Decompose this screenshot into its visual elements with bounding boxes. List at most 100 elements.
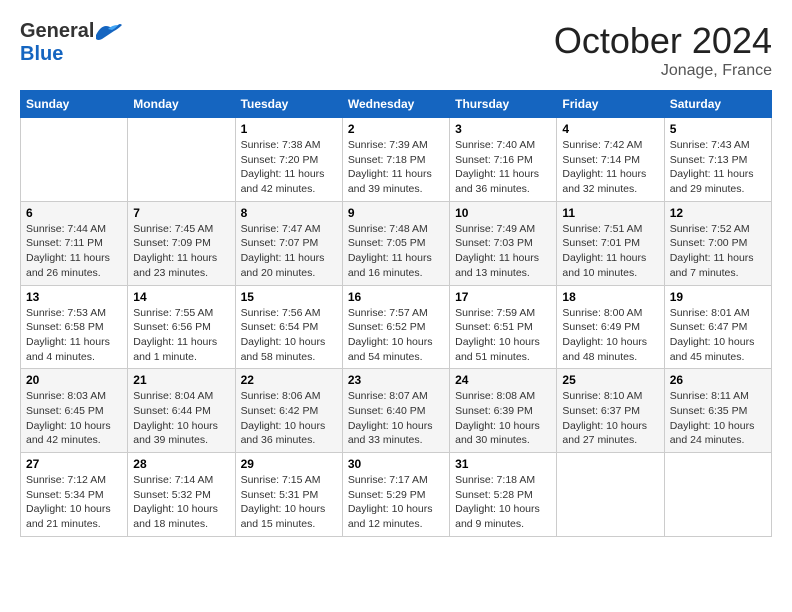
calendar-cell: 25 Sunrise: 8:10 AM Sunset: 6:37 PM Dayli… (557, 369, 664, 453)
logo-blue-text: Blue (20, 43, 63, 66)
day-info: Sunrise: 8:10 AM Sunset: 6:37 PM Dayligh… (562, 389, 658, 448)
day-number: 7 (133, 206, 229, 220)
calendar-cell: 8 Sunrise: 7:47 AM Sunset: 7:07 PM Daylig… (235, 201, 342, 285)
day-info: Sunrise: 8:06 AM Sunset: 6:42 PM Dayligh… (241, 389, 337, 448)
calendar-cell: 15 Sunrise: 7:56 AM Sunset: 6:54 PM Dayli… (235, 285, 342, 369)
day-number: 17 (455, 290, 551, 304)
day-info: Sunrise: 7:15 AM Sunset: 5:31 PM Dayligh… (241, 473, 337, 532)
logo: General Blue (20, 20, 122, 66)
day-info: Sunrise: 7:12 AM Sunset: 5:34 PM Dayligh… (26, 473, 122, 532)
header: General Blue October 2024 Jonage, France (20, 20, 772, 80)
weekday-header-tuesday: Tuesday (235, 91, 342, 118)
title-area: October 2024 Jonage, France (554, 20, 772, 80)
day-number: 13 (26, 290, 122, 304)
calendar-cell: 14 Sunrise: 7:55 AM Sunset: 6:56 PM Dayli… (128, 285, 235, 369)
day-number: 1 (241, 122, 337, 136)
calendar-cell: 3 Sunrise: 7:40 AM Sunset: 7:16 PM Daylig… (450, 118, 557, 202)
calendar-table: SundayMondayTuesdayWednesdayThursdayFrid… (20, 90, 772, 537)
calendar-cell (21, 118, 128, 202)
day-info: Sunrise: 7:38 AM Sunset: 7:20 PM Dayligh… (241, 138, 337, 197)
weekday-header-row: SundayMondayTuesdayWednesdayThursdayFrid… (21, 91, 772, 118)
calendar-cell: 10 Sunrise: 7:49 AM Sunset: 7:03 PM Dayli… (450, 201, 557, 285)
day-number: 25 (562, 373, 658, 387)
day-number: 14 (133, 290, 229, 304)
day-number: 3 (455, 122, 551, 136)
day-info: Sunrise: 7:45 AM Sunset: 7:09 PM Dayligh… (133, 222, 229, 281)
calendar-cell: 12Sunrise: 7:52 AM Sunset: 7:00 PM Dayli… (664, 201, 771, 285)
calendar-cell: 11Sunrise: 7:51 AM Sunset: 7:01 PM Dayli… (557, 201, 664, 285)
day-number: 2 (348, 122, 444, 136)
calendar-cell: 19 Sunrise: 8:01 AM Sunset: 6:47 PM Dayli… (664, 285, 771, 369)
day-info: Sunrise: 7:18 AM Sunset: 5:28 PM Dayligh… (455, 473, 551, 532)
calendar-cell: 6 Sunrise: 7:44 AM Sunset: 7:11 PM Daylig… (21, 201, 128, 285)
day-number: 4 (562, 122, 658, 136)
calendar-cell: 26Sunrise: 8:11 AM Sunset: 6:35 PM Dayli… (664, 369, 771, 453)
day-number: 18 (562, 290, 658, 304)
calendar-cell: 20Sunrise: 8:03 AM Sunset: 6:45 PM Dayli… (21, 369, 128, 453)
calendar-cell: 27 Sunrise: 7:12 AM Sunset: 5:34 PM Dayli… (21, 453, 128, 537)
day-info: Sunrise: 7:55 AM Sunset: 6:56 PM Dayligh… (133, 306, 229, 365)
calendar-cell: 9 Sunrise: 7:48 AM Sunset: 7:05 PM Daylig… (342, 201, 449, 285)
day-info: Sunrise: 8:01 AM Sunset: 6:47 PM Dayligh… (670, 306, 766, 365)
calendar-cell: 28 Sunrise: 7:14 AM Sunset: 5:32 PM Dayli… (128, 453, 235, 537)
day-info: Sunrise: 7:47 AM Sunset: 7:07 PM Dayligh… (241, 222, 337, 281)
day-info: Sunrise: 8:07 AM Sunset: 6:40 PM Dayligh… (348, 389, 444, 448)
day-info: Sunrise: 8:11 AM Sunset: 6:35 PM Dayligh… (670, 389, 766, 448)
day-info: Sunrise: 7:40 AM Sunset: 7:16 PM Dayligh… (455, 138, 551, 197)
weekday-header-sunday: Sunday (21, 91, 128, 118)
logo-bird-icon (94, 21, 122, 43)
calendar-cell: 31 Sunrise: 7:18 AM Sunset: 5:28 PM Dayli… (450, 453, 557, 537)
location-subtitle: Jonage, France (554, 62, 772, 80)
calendar-cell: 4Sunrise: 7:42 AM Sunset: 7:14 PM Daylig… (557, 118, 664, 202)
calendar-cell (557, 453, 664, 537)
month-title: October 2024 (554, 20, 772, 62)
calendar-cell: 21Sunrise: 8:04 AM Sunset: 6:44 PM Dayli… (128, 369, 235, 453)
calendar-cell: 17Sunrise: 7:59 AM Sunset: 6:51 PM Dayli… (450, 285, 557, 369)
day-info: Sunrise: 7:53 AM Sunset: 6:58 PM Dayligh… (26, 306, 122, 365)
calendar-cell: 24 Sunrise: 8:08 AM Sunset: 6:39 PM Dayli… (450, 369, 557, 453)
day-info: Sunrise: 8:04 AM Sunset: 6:44 PM Dayligh… (133, 389, 229, 448)
calendar-cell: 2Sunrise: 7:39 AM Sunset: 7:18 PM Daylig… (342, 118, 449, 202)
day-info: Sunrise: 7:44 AM Sunset: 7:11 PM Dayligh… (26, 222, 122, 281)
day-info: Sunrise: 7:49 AM Sunset: 7:03 PM Dayligh… (455, 222, 551, 281)
day-number: 30 (348, 457, 444, 471)
day-info: Sunrise: 7:14 AM Sunset: 5:32 PM Dayligh… (133, 473, 229, 532)
calendar-cell: 29 Sunrise: 7:15 AM Sunset: 5:31 PM Dayli… (235, 453, 342, 537)
day-number: 28 (133, 457, 229, 471)
day-number: 16 (348, 290, 444, 304)
day-info: Sunrise: 7:17 AM Sunset: 5:29 PM Dayligh… (348, 473, 444, 532)
day-info: Sunrise: 7:56 AM Sunset: 6:54 PM Dayligh… (241, 306, 337, 365)
day-info: Sunrise: 7:57 AM Sunset: 6:52 PM Dayligh… (348, 306, 444, 365)
day-number: 6 (26, 206, 122, 220)
day-number: 9 (348, 206, 444, 220)
day-info: Sunrise: 7:48 AM Sunset: 7:05 PM Dayligh… (348, 222, 444, 281)
weekday-header-saturday: Saturday (664, 91, 771, 118)
day-number: 31 (455, 457, 551, 471)
calendar-cell: 30 Sunrise: 7:17 AM Sunset: 5:29 PM Dayli… (342, 453, 449, 537)
calendar-cell: 18 Sunrise: 8:00 AM Sunset: 6:49 PM Dayli… (557, 285, 664, 369)
day-number: 29 (241, 457, 337, 471)
day-number: 23 (348, 373, 444, 387)
day-number: 24 (455, 373, 551, 387)
week-row-4: 27 Sunrise: 7:12 AM Sunset: 5:34 PM Dayli… (21, 453, 772, 537)
day-info: Sunrise: 7:43 AM Sunset: 7:13 PM Dayligh… (670, 138, 766, 197)
calendar-cell: 5Sunrise: 7:43 AM Sunset: 7:13 PM Daylig… (664, 118, 771, 202)
week-row-0: 1 Sunrise: 7:38 AM Sunset: 7:20 PM Daylig… (21, 118, 772, 202)
logo-general-text: General (20, 20, 94, 43)
day-number: 10 (455, 206, 551, 220)
calendar-cell: 23 Sunrise: 8:07 AM Sunset: 6:40 PM Dayli… (342, 369, 449, 453)
calendar-cell: 7 Sunrise: 7:45 AM Sunset: 7:09 PM Daylig… (128, 201, 235, 285)
day-info: Sunrise: 7:51 AM Sunset: 7:01 PM Dayligh… (562, 222, 658, 281)
day-info: Sunrise: 8:08 AM Sunset: 6:39 PM Dayligh… (455, 389, 551, 448)
day-number: 27 (26, 457, 122, 471)
day-info: Sunrise: 8:03 AM Sunset: 6:45 PM Dayligh… (26, 389, 122, 448)
day-number: 8 (241, 206, 337, 220)
day-info: Sunrise: 8:00 AM Sunset: 6:49 PM Dayligh… (562, 306, 658, 365)
calendar-cell: 1 Sunrise: 7:38 AM Sunset: 7:20 PM Daylig… (235, 118, 342, 202)
weekday-header-friday: Friday (557, 91, 664, 118)
week-row-1: 6 Sunrise: 7:44 AM Sunset: 7:11 PM Daylig… (21, 201, 772, 285)
day-number: 19 (670, 290, 766, 304)
day-number: 15 (241, 290, 337, 304)
week-row-3: 20Sunrise: 8:03 AM Sunset: 6:45 PM Dayli… (21, 369, 772, 453)
day-number: 22 (241, 373, 337, 387)
